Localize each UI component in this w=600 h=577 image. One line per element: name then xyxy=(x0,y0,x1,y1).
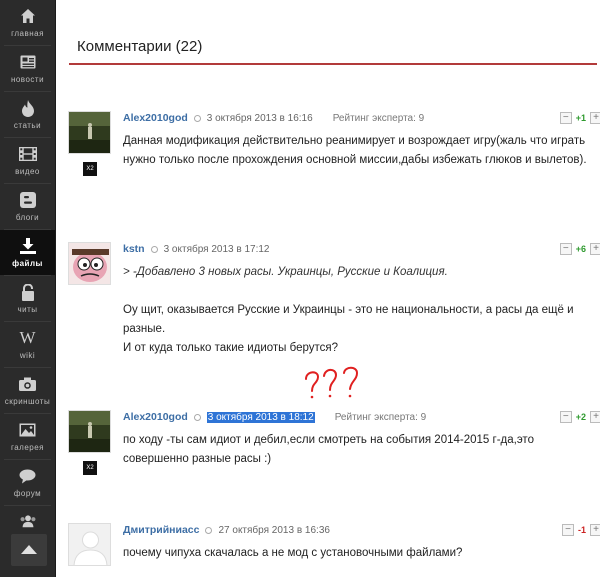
status-dot-icon xyxy=(205,526,213,534)
sidebar-item-wiki[interactable]: W wiki xyxy=(0,322,55,367)
comment-meta: Alex2010god 3 октября 2013 в 18:12 Рейти… xyxy=(123,410,426,424)
comment-body: Оу щит, оказывается Русские и Украинцы -… xyxy=(123,304,574,335)
sidebar-item-blogs[interactable]: блоги xyxy=(0,184,55,229)
comment-body: по ходу -ты сам идиот и дебил,если смотр… xyxy=(123,434,534,465)
comment-text: по ходу -ты сам идиот и дебил,если смотр… xyxy=(123,431,600,469)
sidebar-item-label: главная xyxy=(11,29,44,38)
rank-badge: X2 xyxy=(83,162,97,176)
comment-author[interactable]: kstn xyxy=(123,243,145,255)
chat-icon xyxy=(19,467,37,485)
unlock-icon xyxy=(19,283,37,301)
sidebar-item-label: галерея xyxy=(10,443,45,452)
status-dot-icon xyxy=(193,114,201,122)
vote-controls: − +6 + xyxy=(559,242,600,256)
heading-underline xyxy=(69,63,597,65)
sidebar-item-gallery[interactable]: галерея xyxy=(0,414,55,459)
comment-author[interactable]: Alex2010god xyxy=(123,112,188,124)
blogger-icon xyxy=(19,191,37,209)
vote-down-button[interactable]: − xyxy=(559,112,572,124)
wiki-icon: W xyxy=(19,328,36,347)
picture-icon xyxy=(19,421,37,439)
camera-icon xyxy=(19,375,37,393)
film-icon xyxy=(18,145,37,163)
fire-icon xyxy=(19,99,37,117)
sidebar-item-label: статьи xyxy=(13,121,42,130)
comment-text: почему чипуха скачалась а не мод с устан… xyxy=(123,544,600,563)
comment: X2 Alex2010god 3 октября 2013 в 18:12 Ре… xyxy=(68,410,600,505)
comment: X2 Alex2010god 3 октября 2013 в 16:16 Ре… xyxy=(68,111,600,201)
comment-score: +1 xyxy=(575,113,586,123)
news-icon xyxy=(19,53,37,71)
sidebar: главная новости статьи видео блоги файлы xyxy=(0,0,56,577)
download-icon xyxy=(19,237,37,255)
sidebar-item-articles[interactable]: статьи xyxy=(0,92,55,137)
sidebar-item-home[interactable]: главная xyxy=(0,0,55,45)
status-dot-icon xyxy=(150,245,158,253)
sidebar-item-community[interactable] xyxy=(0,506,55,536)
sidebar-item-label: видео xyxy=(15,167,40,176)
vote-controls: − +2 + xyxy=(559,410,600,424)
comment-body: Данная модификация действительно реаними… xyxy=(123,135,587,166)
comment-date[interactable]: 27 октября 2013 в 16:36 xyxy=(218,525,329,536)
comment-score: +6 xyxy=(575,244,586,254)
handwritten-question-marks xyxy=(304,366,374,406)
sidebar-item-label: читы xyxy=(17,305,38,314)
sidebar-item-cheats[interactable]: читы xyxy=(0,276,55,321)
sidebar-item-files[interactable]: файлы xyxy=(0,230,55,275)
vote-down-button[interactable]: − xyxy=(559,243,572,255)
expert-rating: Рейтинг эксперта: 9 xyxy=(332,112,425,124)
comment-date[interactable]: 3 октября 2013 в 17:12 xyxy=(164,244,270,255)
comment-text: Данная модификация действительно реаними… xyxy=(123,132,600,170)
avatar[interactable] xyxy=(68,242,111,285)
comment-body: почему чипуха скачалась а не мод с устан… xyxy=(123,547,463,559)
sidebar-item-forum[interactable]: форум xyxy=(0,460,55,505)
vote-down-button[interactable]: − xyxy=(561,524,574,536)
comment-date-selected[interactable]: 3 октября 2013 в 18:12 xyxy=(206,411,315,423)
comment-score: +2 xyxy=(575,412,586,422)
comment-text: > -Добавлено 3 новых расы. Украинцы, Рус… xyxy=(123,263,600,358)
vote-up-button[interactable]: + xyxy=(590,243,600,255)
vote-up-button[interactable]: + xyxy=(590,112,600,124)
avatar[interactable] xyxy=(68,111,111,154)
vote-up-button[interactable]: + xyxy=(590,524,600,536)
vote-up-button[interactable]: + xyxy=(590,411,600,423)
sidebar-item-label: файлы xyxy=(12,259,43,268)
scroll-to-top-button[interactable] xyxy=(11,534,47,566)
comment-meta: kstn 3 октября 2013 в 17:12 xyxy=(123,242,270,256)
comment-author[interactable]: Дмитрийниасс xyxy=(123,524,199,536)
comment-date[interactable]: 3 октября 2013 в 16:16 xyxy=(207,113,313,124)
expert-rating: Рейтинг эксперта: 9 xyxy=(334,411,427,423)
vote-controls: − +1 + xyxy=(559,111,600,125)
comment-body: И от куда только такие идиоты берутся? xyxy=(123,342,339,354)
comment-score: -1 xyxy=(577,525,586,535)
avatar[interactable] xyxy=(68,410,111,453)
vote-controls: − -1 + xyxy=(561,523,600,537)
comment-quote: > -Добавлено 3 новых расы. Украинцы, Рус… xyxy=(123,266,448,278)
comment: kstn 3 октября 2013 в 17:12 − +6 + > -До… xyxy=(68,242,600,362)
rank-badge: X2 xyxy=(83,461,97,475)
vote-down-button[interactable]: − xyxy=(559,411,572,423)
sidebar-item-video[interactable]: видео xyxy=(0,138,55,183)
comments-panel: Комментарии (22) X2 Alex2010god 3 октябр… xyxy=(56,0,600,577)
chevron-up-icon xyxy=(20,541,38,559)
sidebar-item-screenshots[interactable]: скриншоты xyxy=(0,368,55,413)
avatar[interactable] xyxy=(68,523,111,566)
sidebar-item-label: новости xyxy=(10,75,45,84)
comment: Дмитрийниасс 27 октября 2013 в 16:36 − -… xyxy=(68,523,600,573)
comment-meta: Дмитрийниасс 27 октября 2013 в 16:36 xyxy=(123,523,330,537)
users-icon xyxy=(19,512,37,530)
comment-author[interactable]: Alex2010god xyxy=(123,411,188,423)
status-dot-icon xyxy=(193,413,201,421)
sidebar-item-news[interactable]: новости xyxy=(0,46,55,91)
comment-meta: Alex2010god 3 октября 2013 в 16:16 Рейти… xyxy=(123,111,424,125)
home-icon xyxy=(19,7,37,25)
sidebar-item-label: скриншоты xyxy=(4,397,51,406)
sidebar-item-label: wiki xyxy=(19,351,36,360)
sidebar-item-label: блоги xyxy=(15,213,40,222)
comments-heading: Комментарии (22) xyxy=(77,38,203,55)
sidebar-item-label: форум xyxy=(13,489,42,498)
